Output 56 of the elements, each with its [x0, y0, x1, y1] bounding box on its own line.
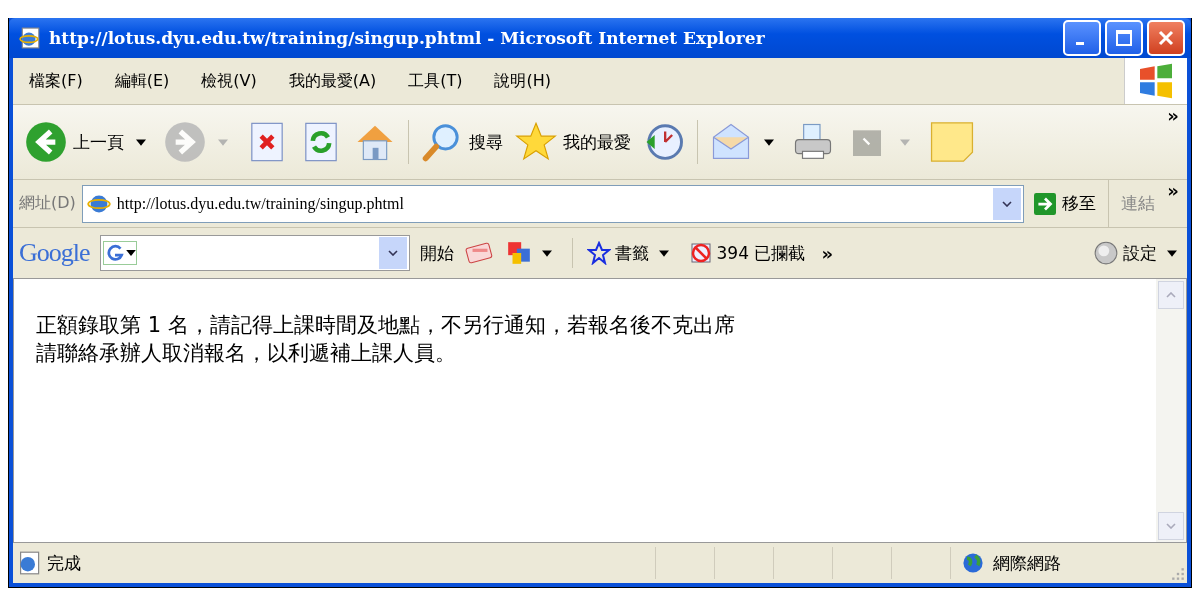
caret-icon	[1167, 249, 1177, 257]
status-text: 完成	[47, 551, 81, 575]
menu-item[interactable]: 編輯(E)	[98, 70, 186, 92]
bookmarks-button[interactable]: 書籤	[582, 239, 679, 267]
maximize-button[interactable]	[1105, 20, 1143, 56]
menu-item[interactable]: 說明(H)	[478, 70, 567, 92]
popup-blocker-button[interactable]: 394 已攔截	[684, 239, 810, 267]
blocks-icon	[505, 240, 532, 266]
caret-icon	[900, 138, 910, 146]
back-button[interactable]: 上一頁	[21, 119, 156, 165]
more-chevron[interactable]: »	[1167, 105, 1179, 126]
menu-item[interactable]: 檢視(V)	[185, 70, 273, 92]
page-icon	[19, 27, 41, 49]
search-button[interactable]: 搜尋	[417, 119, 507, 165]
go-button[interactable]: 移至	[1030, 180, 1110, 227]
dropdown-button[interactable]	[993, 187, 1022, 220]
blocked-window-icon	[688, 241, 713, 265]
star-icon	[515, 121, 557, 163]
google-logo: Google	[19, 238, 91, 268]
address-field[interactable]: http://lotus.dyu.edu.tw/training/singup.phtml	[81, 184, 1025, 223]
resize-grip-icon[interactable]	[1171, 567, 1185, 581]
settings-button[interactable]: 設定	[1089, 238, 1187, 268]
scrollbar[interactable]	[1156, 279, 1186, 542]
letter-g-menu-icon[interactable]	[102, 241, 137, 265]
search-button[interactable]: 開始	[415, 239, 458, 267]
favorites-button[interactable]: 我的最愛	[511, 119, 635, 165]
more-chevron[interactable]: »	[821, 242, 834, 264]
globe-icon	[961, 551, 985, 575]
close-button[interactable]	[1147, 20, 1185, 56]
more-chevron[interactable]: »	[1167, 180, 1179, 201]
caret-icon	[218, 138, 228, 146]
scroll-down-icon[interactable]	[1166, 523, 1176, 529]
star-icon	[586, 241, 611, 265]
menu-item[interactable]: 工具(T)	[392, 70, 479, 92]
caret-icon	[136, 138, 146, 146]
chevron-down-icon	[387, 250, 398, 256]
chevron-down-icon	[1002, 200, 1013, 207]
address-label: 網址(D)	[19, 193, 76, 214]
dropdown-button[interactable]	[378, 237, 407, 269]
caret-icon	[658, 249, 669, 257]
caret-icon	[541, 249, 552, 257]
zone-text: 網際網路	[993, 551, 1061, 575]
scroll-up-icon[interactable]	[1166, 292, 1176, 298]
maximize-icon	[1114, 28, 1134, 48]
minimize-button[interactable]	[1063, 20, 1101, 56]
page-icon	[17, 551, 41, 575]
sticky-note-icon	[928, 119, 976, 165]
search-field[interactable]	[99, 235, 410, 271]
circle-icon	[1093, 240, 1119, 266]
menu-item[interactable]: 我的最愛(A)	[272, 70, 393, 92]
close-icon	[1156, 28, 1176, 48]
caret-icon	[764, 138, 774, 146]
page-message: 正額錄取第 1 名，請記得上課時間及地點，不另行通知，若報名後不克出席 請聯絡承辦人取消報名，以利遞補上課人員。	[36, 312, 736, 367]
window-title: http://lotus.dyu.edu.tw/training/singup.phtml - Microsoft Internet Explorer	[49, 28, 765, 48]
menu-item[interactable]: 檔案(F)	[13, 70, 99, 92]
minimize-icon	[1076, 41, 1084, 45]
